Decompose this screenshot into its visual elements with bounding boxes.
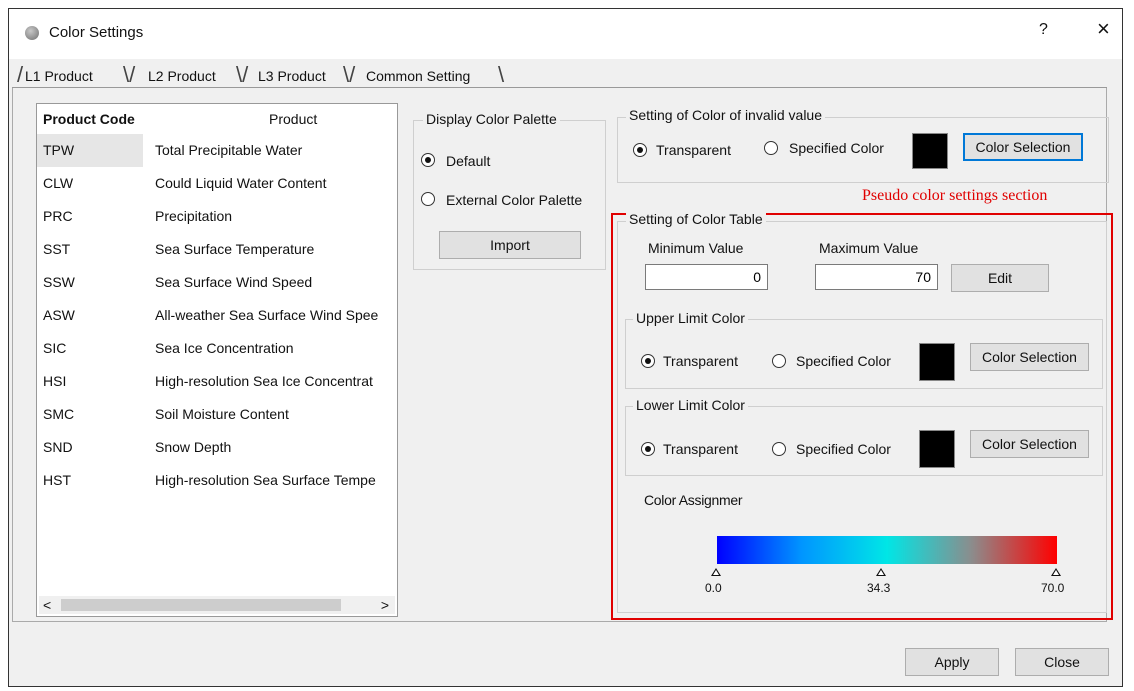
tick-label-max: 70.0 [1041,581,1065,595]
list-item[interactable]: ASW All-weather Sea Surface Wind Spee [37,299,397,332]
tab-common-setting[interactable]: Common Setting [366,65,470,87]
product-name: Snow Depth [155,439,232,455]
product-code: CLW [43,175,74,191]
horizontal-scrollbar[interactable]: < > [39,596,395,614]
max-value-label: Maximum Value [819,240,919,256]
product-code: SST [43,241,71,257]
close-icon[interactable]: × [1097,18,1110,40]
radio-upper-transparent[interactable] [641,354,655,368]
product-name: Sea Surface Temperature [155,241,315,257]
lower-limit-title: Lower Limit Color [633,397,748,413]
min-value-label: Minimum Value [648,240,744,256]
import-button[interactable]: Import [439,231,581,259]
radio-invalid-transparent-label[interactable]: Transparent [656,142,731,158]
scroll-thumb[interactable] [61,599,341,611]
product-code: SIC [43,340,67,356]
color-assignment-label: Color Assignmer [644,492,743,508]
list-item[interactable]: SST Sea Surface Temperature [37,233,397,266]
list-header: Product Code Product [37,104,397,134]
product-name: High-resolution Sea Ice Concentrat [155,373,373,389]
tick-label-mid: 34.3 [867,581,891,595]
radio-external-palette[interactable] [421,192,435,206]
invalid-color-selection-button[interactable]: Color Selection [963,133,1083,161]
radio-lower-transparent[interactable] [641,442,655,456]
product-code: SND [43,439,73,455]
product-name: Precipitation [155,208,233,224]
lower-color-selection-button[interactable]: Color Selection [970,430,1089,458]
help-button[interactable]: ? [1039,21,1048,39]
annotation-label: Pseudo color settings section [862,187,1048,204]
close-button[interactable]: Close [1015,648,1109,676]
scroll-right-icon[interactable]: > [381,596,389,614]
upper-limit-swatch [919,343,955,381]
radio-invalid-transparent[interactable] [633,143,647,157]
radio-upper-specified-label[interactable]: Specified Color [796,353,891,369]
product-name: High-resolution Sea Surface Tempe [155,472,376,488]
radio-external-palette-label[interactable]: External Color Palette [446,192,582,208]
tab-l2-product[interactable]: L2 Product [148,65,216,87]
app-icon [25,26,39,40]
radio-default[interactable] [421,153,435,167]
edit-button[interactable]: Edit [951,264,1049,292]
list-item[interactable]: CLW Could Liquid Water Content [37,167,397,200]
product-code: HSI [43,373,67,389]
upper-color-selection-button[interactable]: Color Selection [970,343,1089,371]
list-item[interactable]: SIC Sea Ice Concentration [37,332,397,365]
product-name: Soil Moisture Content [155,406,289,422]
product-code: TPW [37,134,143,167]
product-code: ASW [43,307,75,323]
radio-upper-transparent-label[interactable]: Transparent [663,353,738,369]
tick-marker-mid[interactable] [876,568,886,576]
window-title: Color Settings [49,24,144,41]
product-name: Total Precipitable Water [155,142,303,158]
list-item[interactable]: PRC Precipitation [37,200,397,233]
list-item[interactable]: HST High-resolution Sea Surface Tempe [37,464,397,497]
radio-invalid-specified-label[interactable]: Specified Color [789,140,884,156]
lower-limit-swatch [919,430,955,468]
tab-l3-product[interactable]: L3 Product [258,65,326,87]
product-list[interactable]: Product Code Product TPW Total Precipitab… [36,103,398,617]
apply-button[interactable]: Apply [905,648,999,676]
upper-limit-title: Upper Limit Color [633,310,748,326]
tick-marker-min[interactable] [711,568,721,576]
display-palette-title: Display Color Palette [423,111,560,127]
color-table-title: Setting of Color Table [626,211,766,227]
title-bar: Color Settings ? × [9,9,1122,59]
invalid-color-title: Setting of Color of invalid value [626,107,825,123]
tick-marker-max[interactable] [1051,568,1061,576]
min-value-input[interactable] [645,264,768,290]
product-code: HST [43,472,71,488]
radio-lower-specified[interactable] [772,442,786,456]
radio-lower-specified-label[interactable]: Specified Color [796,441,891,457]
list-item[interactable]: HSI High-resolution Sea Ice Concentrat [37,365,397,398]
list-item[interactable]: SND Snow Depth [37,431,397,464]
max-value-input[interactable] [815,264,938,290]
product-name: All-weather Sea Surface Wind Spee [155,307,379,323]
tick-label-min: 0.0 [705,581,722,595]
list-item[interactable]: TPW Total Precipitable Water [37,134,397,167]
product-code: SMC [43,406,75,422]
invalid-color-swatch [912,133,948,169]
tab-l1-product[interactable]: L1 Product [25,65,93,87]
column-header-code[interactable]: Product Code [43,111,135,127]
product-name: Sea Surface Wind Speed [155,274,313,290]
scroll-left-icon[interactable]: < [43,596,51,614]
product-name: Could Liquid Water Content [155,175,327,191]
color-gradient-bar [717,536,1057,564]
radio-upper-specified[interactable] [772,354,786,368]
radio-default-label[interactable]: Default [446,153,490,169]
product-code: PRC [43,208,73,224]
product-code: SSW [43,274,75,290]
radio-invalid-specified[interactable] [764,141,778,155]
radio-lower-transparent-label[interactable]: Transparent [663,441,738,457]
column-header-product[interactable]: Product [269,111,317,127]
list-item[interactable]: SSW Sea Surface Wind Speed [37,266,397,299]
list-item[interactable]: SMC Soil Moisture Content [37,398,397,431]
product-name: Sea Ice Concentration [155,340,294,356]
